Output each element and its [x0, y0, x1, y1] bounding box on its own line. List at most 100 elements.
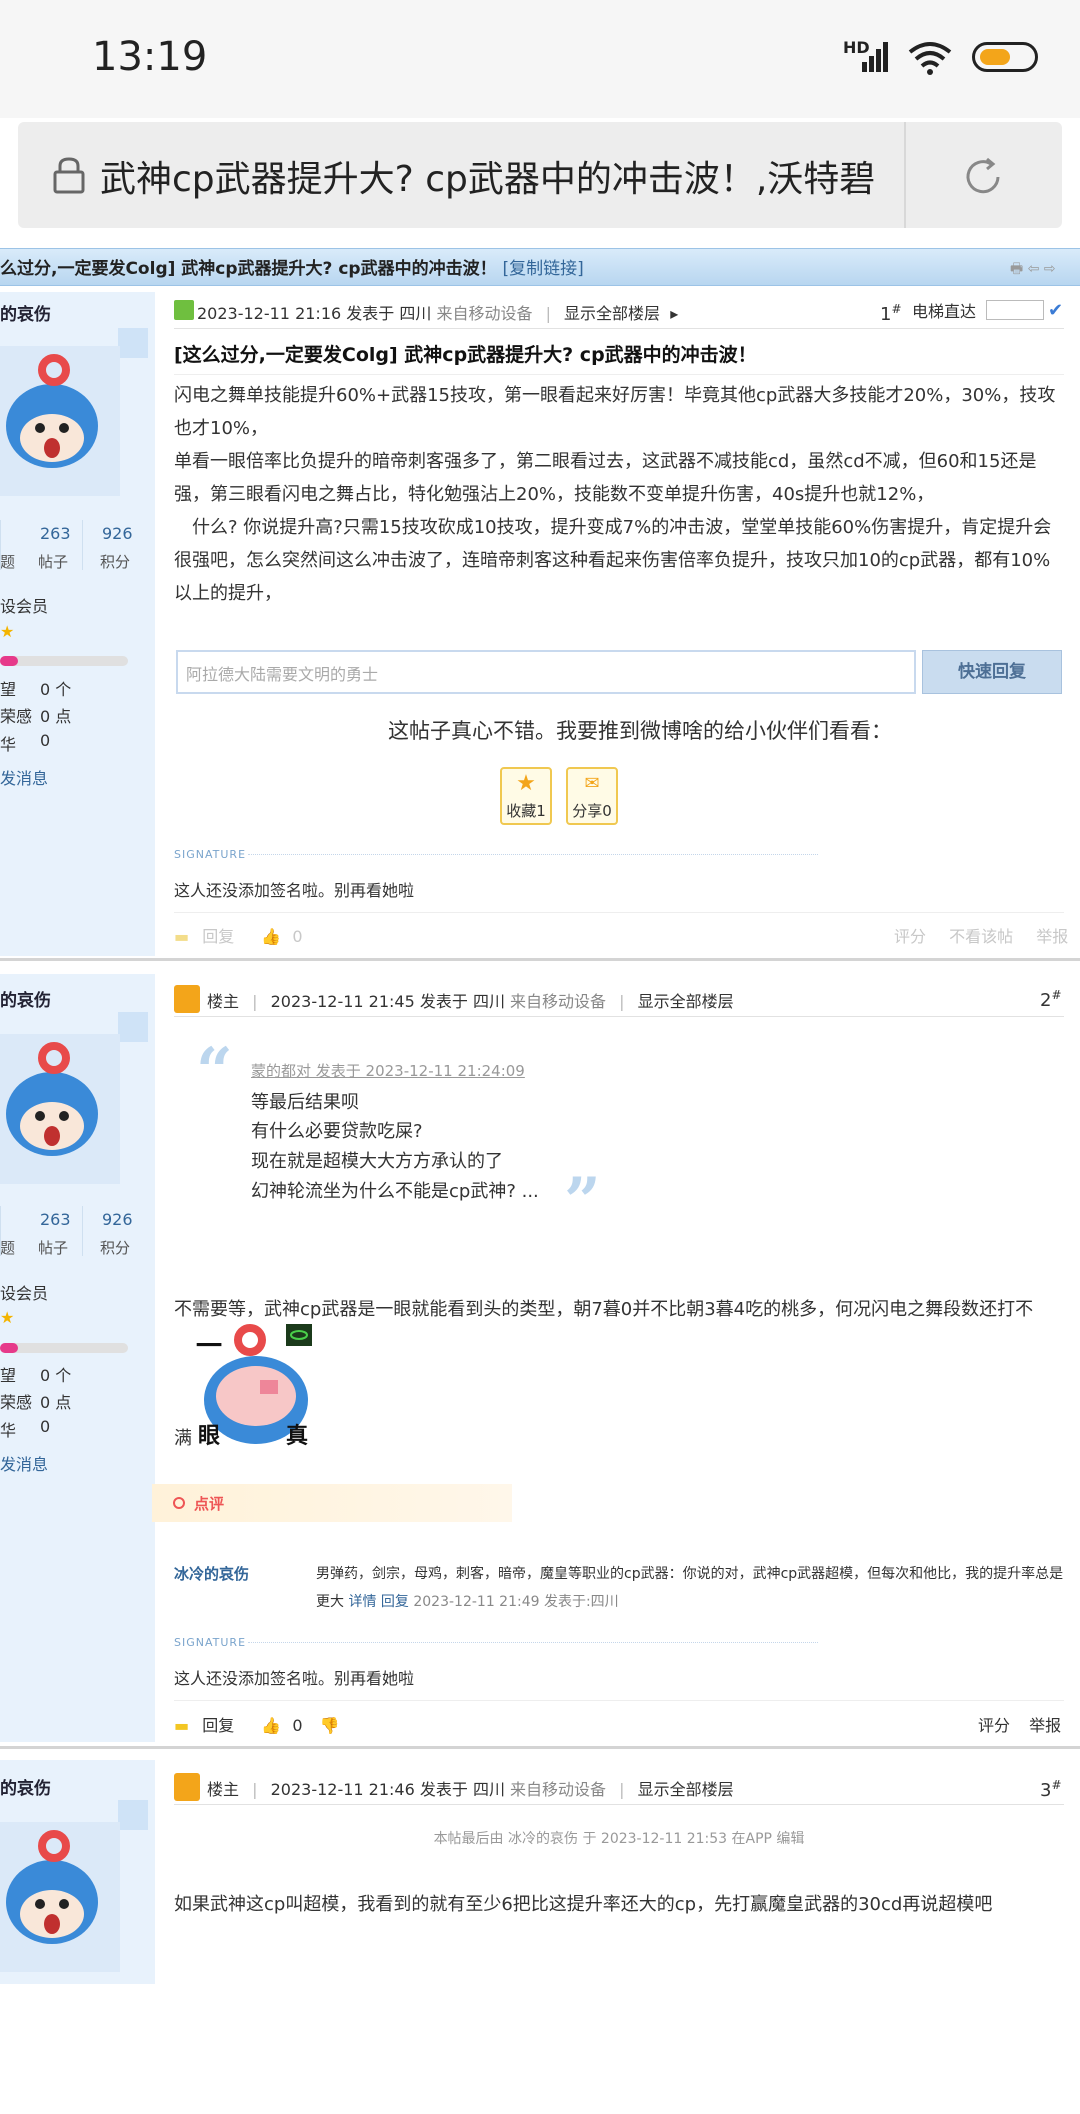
post2-stat-label: 题: [0, 1239, 16, 1257]
post3-username[interactable]: 的哀伤: [0, 1774, 51, 1799]
post1-jump-go-icon[interactable]: ✔: [1048, 300, 1063, 321]
thread-title: 么过分,一定要发Colg] 武神cp武器提升大? cp武器中的冲击波！ [复制链…: [0, 259, 584, 279]
post2-avatar-image: [6, 1042, 98, 1156]
post2-report-button[interactable]: 举报: [1029, 1716, 1061, 1735]
comment-reply-link[interactable]: 回复: [381, 1594, 409, 1610]
post1-avatar-image: [6, 354, 98, 468]
signal-icon: [862, 42, 888, 72]
post1-row1-label: 望: [0, 680, 17, 699]
post3-edit-note: 本帖最后由 冰冷的哀伤 于 2023-12-11 21:53 在APP 编辑: [433, 1831, 805, 1847]
reload-icon[interactable]: [960, 154, 1006, 200]
dianping-icon: [173, 1497, 185, 1509]
quick-reply-placeholder: 阿拉德大陆需要文明的勇士: [186, 665, 379, 684]
post2-body-tail: 满: [174, 1428, 192, 1449]
post1-posts-label: 帖子: [38, 553, 69, 571]
post1-row2-value: 0 点: [40, 707, 72, 726]
post1-user-icon: [174, 300, 194, 320]
post1-actions-right: 评分 不看该帖 举报: [894, 923, 1068, 947]
favorite-button[interactable]: ★ 收藏1: [500, 767, 552, 825]
post1-reply-icon[interactable]: ▬: [174, 927, 189, 946]
share-icon: ✉: [584, 773, 600, 794]
post1-title: [这么过分,一定要发Colg] 武神cp武器提升大? cp武器中的冲击波！: [174, 344, 757, 366]
page-title[interactable]: 武神cp武器提升大? cp武器中的冲击波！,沃特碧: [100, 150, 890, 202]
post1-actions-left: ▬ 回复 👍 0: [174, 923, 303, 947]
post2-posts-label: 帖子: [38, 1239, 69, 1257]
comment-detail-link[interactable]: 详情: [348, 1594, 376, 1610]
post2-member-level: 设会员: [0, 1284, 49, 1303]
post2-username[interactable]: 的哀伤: [0, 986, 51, 1011]
post2-rate-button[interactable]: 评分: [978, 1716, 1010, 1735]
clock: 13:19: [92, 34, 208, 80]
post1-ignore-button[interactable]: 不看该帖: [949, 927, 1013, 946]
post3-show-all-floors[interactable]: 显示全部楼层: [638, 1780, 734, 1799]
post2-points-label: 积分: [100, 1239, 131, 1257]
post3-avatar-image: [6, 1830, 98, 1944]
post1-reply-button[interactable]: 回复: [202, 927, 234, 946]
post2-row1-value: 0 个: [40, 1366, 72, 1385]
post2-signature-label: SIGNATURE: [174, 1636, 247, 1649]
post2-points-count[interactable]: 926: [102, 1210, 133, 1229]
post1-show-all-floors[interactable]: 显示全部楼层: [564, 304, 660, 323]
comment-time: 2023-12-11 21:49 发表于:四川: [413, 1594, 619, 1610]
post2-floor: 2#: [1040, 988, 1062, 1011]
post3-meta: 楼主 | 2023-12-11 21:46 发表于 四川 来自移动设备 | 显示…: [207, 1780, 734, 1799]
post2-row3-label: 华: [0, 1421, 17, 1440]
favorite-icon: ★: [516, 771, 536, 796]
post1-username[interactable]: 的哀伤: [0, 300, 51, 325]
comment-user[interactable]: 冰冷的哀伤: [174, 1563, 249, 1584]
post2-row3-value: 0: [40, 1417, 51, 1436]
quote-line-3: 现在就是超模大大方方承认的了: [251, 1151, 503, 1172]
quote-open-icon: “: [196, 1034, 233, 1109]
post1-posts-count[interactable]: 263: [40, 524, 71, 543]
post1-arrow-icon: ▸: [665, 304, 679, 323]
post1-avatar[interactable]: [0, 346, 120, 496]
post1-body: 闪电之舞单技能提升60%+武器15技攻，第一眼看起来好厉害！毕竟其他cp武器大多…: [174, 379, 1064, 610]
post1-like-icon[interactable]: 👍: [261, 927, 281, 946]
post1-datetime: 2023-12-11 21:16 发表于 四川: [197, 304, 432, 323]
wifi-icon: [908, 42, 952, 75]
post2-posts-count[interactable]: 263: [40, 1210, 71, 1229]
post2-actions-right: 评分 举报: [978, 1712, 1061, 1736]
sticker-text-left: 一: [196, 1332, 223, 1362]
post2-reply-button[interactable]: 回复: [202, 1716, 234, 1735]
post2-dislike-icon[interactable]: 👎: [320, 1716, 340, 1735]
quote-header[interactable]: 蒙的都对 发表于 2023-12-11 21:24:09: [251, 1060, 525, 1081]
post2-avatar[interactable]: [0, 1034, 120, 1184]
share-button[interactable]: ✉ 分享0: [566, 767, 618, 825]
post3-avatar[interactable]: [0, 1822, 120, 1972]
post2-reply-icon[interactable]: ▬: [174, 1716, 189, 1735]
post1-row3-value: 0: [40, 731, 51, 750]
thread-nav-icons[interactable]: 🖶 ⇦ ⇨: [1010, 258, 1056, 282]
post1-stat-label: 题: [0, 553, 16, 571]
post1-report-button[interactable]: 举报: [1036, 927, 1068, 946]
post2-send-message-link[interactable]: 发消息: [0, 1451, 48, 1475]
post2-like-icon[interactable]: 👍: [261, 1716, 281, 1735]
post1-rate-button[interactable]: 评分: [894, 927, 926, 946]
quote-close-icon: ”: [564, 1164, 601, 1239]
quote-line-2: 有什么必要贷款吃屎?: [251, 1121, 423, 1142]
post3-role: 楼主: [207, 1780, 240, 1799]
lock-icon: [53, 157, 85, 194]
post1-signature: 这人还没添加签名啦。别再看她啦: [174, 881, 415, 900]
post1-paragraph-2: 单看一眼倍率比负提升的暗帝刺客强多了，第二眼看过去，这武器不减技能cd，虽然cd…: [174, 451, 1037, 505]
post2-author-icon: [174, 985, 200, 1013]
post1-paragraph-3: 什么? 你说提升高?只需15技攻砍成10技攻，提升变成7%的冲击波，堂堂单技能6…: [174, 517, 1052, 604]
post1-paragraph-1: 闪电之舞单技能提升60%+武器15技攻，第一眼看起来好厉害！毕竟其他cp武器大多…: [174, 385, 1056, 439]
post1-send-message-link[interactable]: 发消息: [0, 765, 48, 789]
post1-signature-label: SIGNATURE: [174, 848, 247, 861]
post2-signature: 这人还没添加签名啦。别再看她啦: [174, 1669, 415, 1688]
post1-floor-jump-input[interactable]: [986, 300, 1044, 320]
post1-row1-value: 0 个: [40, 680, 72, 699]
copy-link[interactable]: [复制链接]: [503, 259, 584, 279]
post2-show-all-floors[interactable]: 显示全部楼层: [638, 992, 734, 1011]
post1-points-count[interactable]: 926: [102, 524, 133, 543]
post3-datetime: 2023-12-11 21:46 发表于 四川: [270, 1780, 505, 1799]
post2-like-count: 0: [292, 1716, 303, 1735]
quick-reply-button[interactable]: 快速回复: [922, 650, 1062, 694]
post3-body: 如果武神这cp叫超模，我看到的就有至少6把比这提升率还大的cp，先打赢魔皇武器的…: [174, 1894, 993, 1915]
post1-member-level: 设会员: [0, 597, 49, 616]
post1-like-count: 0: [292, 927, 303, 946]
sticker-text-mid: 眼: [198, 1424, 221, 1449]
post3-device: 来自移动设备: [510, 1780, 607, 1799]
post1-meta: 2023-12-11 21:16 发表于 四川 来自移动设备 | 显示全部楼层 …: [197, 304, 679, 323]
